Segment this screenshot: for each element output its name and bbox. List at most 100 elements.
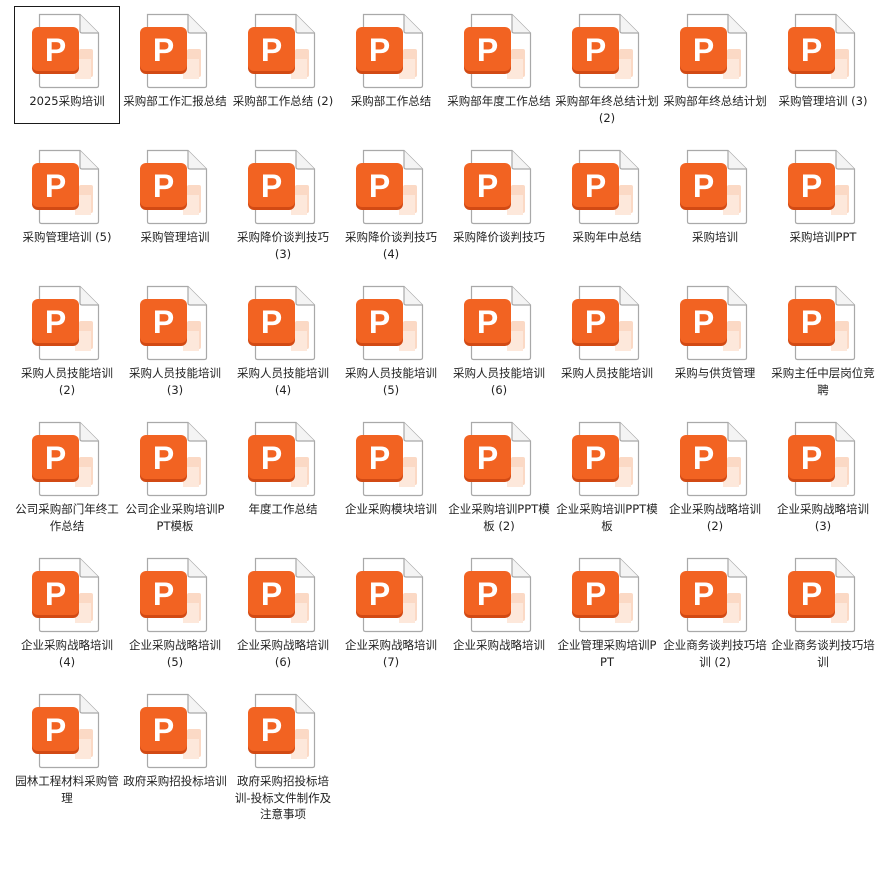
file-item[interactable]: P 企业采购培训PPT模板 (2) [446,414,552,533]
svg-text:P: P [261,576,282,612]
powerpoint-file-icon: P [245,693,321,769]
file-item[interactable]: P 采购部工作汇报总结 [122,6,228,124]
file-item[interactable]: P 企业采购战略培训 (3) [770,414,876,533]
file-item[interactable]: P 采购管理培训 [122,142,228,260]
file-name-label: 采购人员技能培训 (4) [237,366,329,397]
file-name-label: 采购人员技能培训 (2) [21,366,113,397]
svg-text:P: P [369,32,390,68]
file-item[interactable]: P 采购部年度工作总结 [446,6,552,124]
powerpoint-file-icon: P [245,13,321,89]
file-name-label: 采购人员技能培训 (6) [453,366,545,397]
powerpoint-file-icon: P [29,693,105,769]
file-item[interactable]: P 采购人员技能培训 (3) [122,278,228,397]
file-item[interactable]: P 企业采购战略培训 (5) [122,550,228,669]
file-item[interactable]: P 采购人员技能培训 [554,278,660,396]
file-name-label: 园林工程材料采购管理 [15,774,119,805]
file-item[interactable]: P 年度工作总结 [230,414,336,532]
file-item[interactable]: P 企业采购战略培训 (2) [662,414,768,533]
file-item[interactable]: P 采购降价谈判技巧 [446,142,552,260]
file-item[interactable]: P 2025采购培训 [14,6,120,124]
file-name-label: 政府采购招投标培训 [123,774,227,788]
powerpoint-file-icon: P [785,557,861,633]
svg-text:P: P [45,440,66,476]
svg-text:P: P [477,440,498,476]
powerpoint-file-icon: P [29,149,105,225]
file-item[interactable]: P 采购人员技能培训 (2) [14,278,120,397]
file-item[interactable]: P 企业采购战略培训 (7) [338,550,444,669]
powerpoint-file-icon: P [677,149,753,225]
file-name-label: 采购培训PPT [789,230,857,244]
svg-text:P: P [153,32,174,68]
file-item[interactable]: P 公司企业采购培训PPT模板 [122,414,228,533]
file-name-label: 采购年中总结 [572,230,642,244]
svg-text:P: P [801,440,822,476]
file-item[interactable]: P 采购管理培训 (5) [14,142,120,260]
file-item[interactable]: P 采购与供货管理 [662,278,768,396]
file-name-label: 采购管理培训 [140,230,210,244]
file-item[interactable]: P 园林工程材料采购管理 [14,686,120,805]
svg-text:P: P [585,304,606,340]
svg-text:P: P [261,440,282,476]
file-name-label: 企业采购培训PPT模板 (2) [448,502,550,533]
file-item[interactable]: P 企业商务谈判技巧培训 [770,550,876,669]
svg-text:P: P [45,712,66,748]
powerpoint-file-icon: P [677,13,753,89]
file-item[interactable]: P 采购人员技能培训 (4) [230,278,336,397]
file-name-label: 采购部工作总结 (2) [232,94,334,108]
file-name-label: 企业采购模块培训 [345,502,437,516]
file-name-label: 企业商务谈判技巧培训 [771,638,875,669]
file-item[interactable]: P 采购部工作总结 (2) [230,6,336,124]
file-item[interactable]: P 采购降价谈判技巧 (3) [230,142,336,261]
file-item[interactable]: P 企业采购模块培训 [338,414,444,532]
file-item[interactable]: P 采购培训 [662,142,768,260]
powerpoint-file-icon: P [677,421,753,497]
powerpoint-file-icon: P [29,557,105,633]
file-item[interactable]: P 政府采购招投标培训 [122,686,228,804]
file-name-label: 企业管理采购培训PPT [557,638,657,669]
file-name-label: 采购人员技能培训 [561,366,653,380]
svg-text:P: P [477,304,498,340]
file-item[interactable]: P 采购人员技能培训 (6) [446,278,552,397]
file-name-label: 公司采购部门年终工作总结 [15,502,119,533]
file-item[interactable]: P 采购年中总结 [554,142,660,260]
file-item[interactable]: P 企业管理采购培训PPT [554,550,660,669]
file-item[interactable]: P 采购人员技能培训 (5) [338,278,444,397]
file-item[interactable]: P 政府采购招投标培训-投标文件制作及注意事项 [230,686,336,821]
powerpoint-file-icon: P [785,13,861,89]
file-name-label: 采购降价谈判技巧 [453,230,545,244]
file-name-label: 采购部年终总结计划 [663,94,767,108]
powerpoint-file-icon: P [569,149,645,225]
file-item[interactable]: P 企业商务谈判技巧培训 (2) [662,550,768,669]
file-name-label: 企业采购战略培训 (7) [345,638,437,669]
powerpoint-file-icon: P [29,285,105,361]
file-item[interactable]: P 企业采购培训PPT模板 [554,414,660,533]
powerpoint-file-icon: P [785,421,861,497]
powerpoint-file-icon: P [245,149,321,225]
file-item[interactable]: P 企业采购战略培训 (6) [230,550,336,669]
powerpoint-file-icon: P [245,421,321,497]
file-item[interactable]: P 采购培训PPT [770,142,876,260]
file-item[interactable]: P 企业采购战略培训 (4) [14,550,120,669]
file-name-label: 政府采购招投标培训-投标文件制作及注意事项 [234,774,332,821]
powerpoint-file-icon: P [569,557,645,633]
powerpoint-file-icon: P [785,285,861,361]
file-item[interactable]: P 采购管理培训 (3) [770,6,876,124]
file-item[interactable]: P 采购部工作总结 [338,6,444,124]
svg-text:P: P [585,168,606,204]
file-item[interactable]: P 采购降价谈判技巧 (4) [338,142,444,261]
svg-text:P: P [693,304,714,340]
file-item[interactable]: P 采购主任中层岗位竞聘 [770,278,876,397]
file-name-label: 采购与供货管理 [674,366,756,380]
powerpoint-file-icon: P [137,285,213,361]
file-item[interactable]: P 采购部年终总结计划 [662,6,768,124]
file-item[interactable]: P 企业采购战略培训 [446,550,552,668]
file-item[interactable]: P 采购部年终总结计划 (2) [554,6,660,125]
file-name-label: 企业采购战略培训 (6) [237,638,329,669]
powerpoint-file-icon: P [461,13,537,89]
svg-text:P: P [45,168,66,204]
file-name-label: 采购人员技能培训 (3) [129,366,221,397]
file-name-label: 采购降价谈判技巧 (3) [237,230,329,261]
svg-text:P: P [45,32,66,68]
file-item[interactable]: P 公司采购部门年终工作总结 [14,414,120,533]
powerpoint-file-icon: P [29,13,105,89]
